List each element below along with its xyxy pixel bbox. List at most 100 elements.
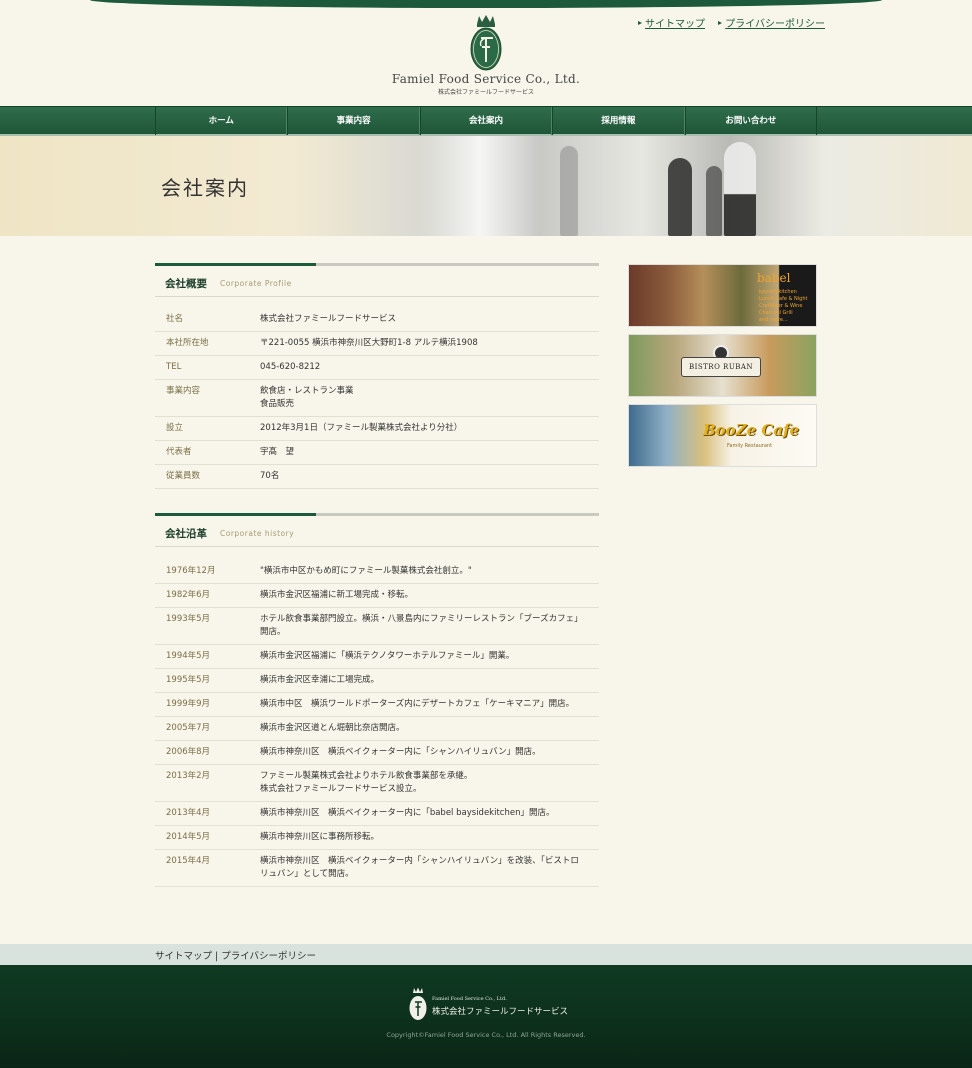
site-footer: Famiel Food Service Co., Ltd. 株式会社ファミールフ… bbox=[0, 965, 972, 1068]
profile-row: 従業員数 70名 bbox=[155, 464, 599, 489]
banner-logo: babel bbox=[757, 271, 791, 285]
profile-row: 社名 株式会社ファミールフードサービス bbox=[155, 308, 599, 332]
footer-logo-jp: 株式会社ファミールフードサービス bbox=[432, 1007, 569, 1017]
section-header-history: 会社沿革 Corporate history bbox=[155, 513, 599, 547]
history-row: 1999年9月 横浜市中区 横浜ワールドポーターズ内にデザートカフェ「ケーキマニア… bbox=[155, 692, 599, 717]
nav-business[interactable]: 事業内容 bbox=[287, 107, 420, 135]
nav-company[interactable]: 会社案内 bbox=[419, 107, 553, 135]
footer-links[interactable]: サイトマップ | プライバシーポリシー bbox=[155, 948, 316, 962]
hero-photo-blur bbox=[420, 136, 540, 236]
row-label: 従業員数 bbox=[155, 464, 260, 489]
row-value: 宇髙 望 bbox=[260, 440, 599, 465]
history-row: 2005年7月 横浜市金沢区道とん堀朝比奈店開店。 bbox=[155, 716, 599, 741]
row-value: 045-620-8212 bbox=[260, 355, 599, 380]
history-row: 2013年4月 横浜市神奈川区 横浜ベイクォーター内に「babel bayside… bbox=[155, 801, 599, 826]
nav-home[interactable]: ホーム bbox=[155, 107, 288, 135]
profile-row: 設立 2012年3月1日（ファミール製菓株式会社より分社） bbox=[155, 416, 599, 441]
arrow-icon bbox=[718, 21, 723, 25]
nav-recruit[interactable]: 採用情報 bbox=[552, 107, 685, 135]
row-label: 事業内容 bbox=[155, 379, 260, 417]
section-subtitle: Corporate Profile bbox=[220, 279, 292, 288]
row-value: 70名 bbox=[260, 464, 599, 489]
sidebar: babel baysidekitchen Lunch Cafe & Night … bbox=[628, 264, 817, 474]
banner-babel[interactable]: babel baysidekitchen Lunch Cafe & Night … bbox=[628, 264, 817, 327]
footer-links-bar: サイトマップ | プライバシーポリシー bbox=[0, 944, 972, 965]
history-row: 2014年5月 横浜市神奈川区に事務所移転。 bbox=[155, 825, 599, 850]
section-subtitle: Corporate history bbox=[220, 529, 295, 538]
banner-subtext: Family Restaurant bbox=[727, 443, 773, 449]
hero-photo-figure bbox=[560, 146, 578, 236]
history-row: 1982年6月 横浜市金沢区福浦に新工場完成・移転。 bbox=[155, 583, 599, 608]
row-label: 社名 bbox=[155, 308, 260, 332]
top-links: サイトマップ プライバシーポリシー bbox=[638, 15, 835, 30]
row-label: 2013年2月 bbox=[155, 764, 260, 802]
row-value: ファミール製菓株式会社よりホテル飲食事業部を承継。 株式会社ファミールフードサー… bbox=[260, 764, 599, 802]
hero-photo-figure bbox=[668, 158, 692, 236]
banner-logo: BISTRO RUBAN bbox=[681, 357, 761, 377]
row-label: 代表者 bbox=[155, 440, 260, 465]
profile-row: 本社所在地 〒221-0055 横浜市神奈川区大野町1-8 アルテ横浜1908 bbox=[155, 331, 599, 356]
copyright: Copyright©Famiel Food Service Co., Ltd. … bbox=[386, 1031, 586, 1039]
row-label: 2006年8月 bbox=[155, 740, 260, 765]
row-label: 1982年6月 bbox=[155, 583, 260, 608]
row-value: ホテル飲食事業部門設立。横浜・八景島内にファミリーレストラン「ブーズカフェ」開店… bbox=[260, 607, 599, 645]
page-hero: 会社案内 bbox=[0, 136, 972, 236]
site-header: Famiel Food Service Co., Ltd. 株式会社ファミールフ… bbox=[0, 0, 972, 106]
footer-logo-en: Famiel Food Service Co., Ltd. bbox=[432, 996, 507, 1002]
row-label: 2013年4月 bbox=[155, 801, 260, 826]
nav-contact[interactable]: お問い合わせ bbox=[684, 107, 818, 135]
crown-f-logo-icon[interactable] bbox=[469, 14, 503, 72]
hero-photo-figure bbox=[724, 142, 756, 236]
privacy-policy-link[interactable]: プライバシーポリシー bbox=[725, 19, 825, 30]
row-label: 2015年4月 bbox=[155, 849, 260, 887]
hero-photo-figure bbox=[706, 166, 722, 236]
crown-f-logo-icon bbox=[409, 987, 427, 1020]
row-value: 〒221-0055 横浜市神奈川区大野町1-8 アルテ横浜1908 bbox=[260, 331, 599, 356]
row-label: 1976年12月 bbox=[155, 560, 260, 584]
row-value: 横浜市神奈川区に事務所移転。 bbox=[260, 825, 599, 850]
row-label: 設立 bbox=[155, 416, 260, 441]
logo-text-jp: 株式会社ファミールフードサービス bbox=[437, 89, 534, 96]
row-label: 1999年9月 bbox=[155, 692, 260, 717]
row-label: 本社所在地 bbox=[155, 331, 260, 356]
section-header-profile: 会社概要 Corporate Profile bbox=[155, 263, 599, 297]
row-value: 横浜市中区 横浜ワールドポーターズ内にデザートカフェ「ケーキマニア」開店。 bbox=[260, 692, 599, 717]
history-row: 2006年8月 横浜市神奈川区 横浜ベイクォーター内に「シャンハイリュバン」開店。 bbox=[155, 740, 599, 765]
row-value: 横浜市神奈川区 横浜ベイクォーター内に「シャンハイリュバン」開店。 bbox=[260, 740, 599, 765]
main-content: 会社概要 Corporate Profile 社名 株式会社ファミールフードサービ… bbox=[155, 263, 599, 887]
banner-logo: BooZe Cafe bbox=[703, 421, 800, 439]
row-value: 横浜市神奈川区 横浜ベイクォーター内「シャンハイリュバン」を改装、「ビストロリュ… bbox=[260, 849, 599, 887]
banner-bistro-ruban[interactable]: BISTRO RUBAN bbox=[628, 334, 817, 397]
history-row: 1994年5月 横浜市金沢区福浦に「横浜テクノタワーホテルファミール」開業。 bbox=[155, 644, 599, 669]
history-row: 1993年5月 ホテル飲食事業部門設立。横浜・八景島内にファミリーレストラン「ブー… bbox=[155, 607, 599, 645]
row-value: 飲食店・レストラン事業 食品販売 bbox=[260, 379, 599, 417]
page-title: 会社案内 bbox=[161, 176, 249, 200]
history-row: 1976年12月 "横浜市中区かもめ町にファミール製菓株式会社創立。" bbox=[155, 560, 599, 584]
logo-text-en: Famiel Food Service Co., Ltd. bbox=[391, 72, 581, 86]
sitemap-link[interactable]: サイトマップ bbox=[645, 19, 705, 30]
history-table: 1976年12月 "横浜市中区かもめ町にファミール製菓株式会社創立。" 1982年6… bbox=[155, 560, 599, 887]
history-row: 2013年2月 ファミール製菓株式会社よりホテル飲食事業部を承継。 株式会社ファミ… bbox=[155, 764, 599, 802]
row-label: 1994年5月 bbox=[155, 644, 260, 669]
row-value: 2012年3月1日（ファミール製菓株式会社より分社） bbox=[260, 416, 599, 441]
arrow-icon bbox=[638, 21, 642, 25]
global-nav: ホーム 事業内容 会社案内 採用情報 お問い合わせ bbox=[0, 106, 972, 136]
profile-row: 事業内容 飲食店・レストラン事業 食品販売 bbox=[155, 379, 599, 417]
section-title: 会社概要 bbox=[165, 278, 207, 290]
section-title: 会社沿革 bbox=[165, 528, 207, 540]
profile-row: 代表者 宇髙 望 bbox=[155, 440, 599, 465]
row-value: 株式会社ファミールフードサービス bbox=[260, 308, 599, 332]
row-value: 横浜市金沢区福浦に「横浜テクノタワーホテルファミール」開業。 bbox=[260, 644, 599, 669]
profile-row: TEL 045-620-8212 bbox=[155, 355, 599, 380]
history-row: 2015年4月 横浜市神奈川区 横浜ベイクォーター内「シャンハイリュバン」を改装、… bbox=[155, 849, 599, 887]
banner-subtext: baysidekitchen Lunch Cafe & Night CraftB… bbox=[759, 289, 808, 323]
row-label: 1995年5月 bbox=[155, 668, 260, 693]
row-label: TEL bbox=[155, 355, 260, 380]
history-row: 1995年5月 横浜市金沢区幸浦に工場完成。 bbox=[155, 668, 599, 693]
row-value: 横浜市金沢区幸浦に工場完成。 bbox=[260, 668, 599, 693]
row-value: "横浜市中区かもめ町にファミール製菓株式会社創立。" bbox=[260, 560, 599, 584]
row-value: 横浜市金沢区福浦に新工場完成・移転。 bbox=[260, 583, 599, 608]
row-label: 1993年5月 bbox=[155, 607, 260, 645]
banner-booze-cafe[interactable]: BooZe Cafe Family Restaurant bbox=[628, 404, 817, 467]
row-value: 横浜市神奈川区 横浜ベイクォーター内に「babel baysidekitchen… bbox=[260, 801, 599, 826]
